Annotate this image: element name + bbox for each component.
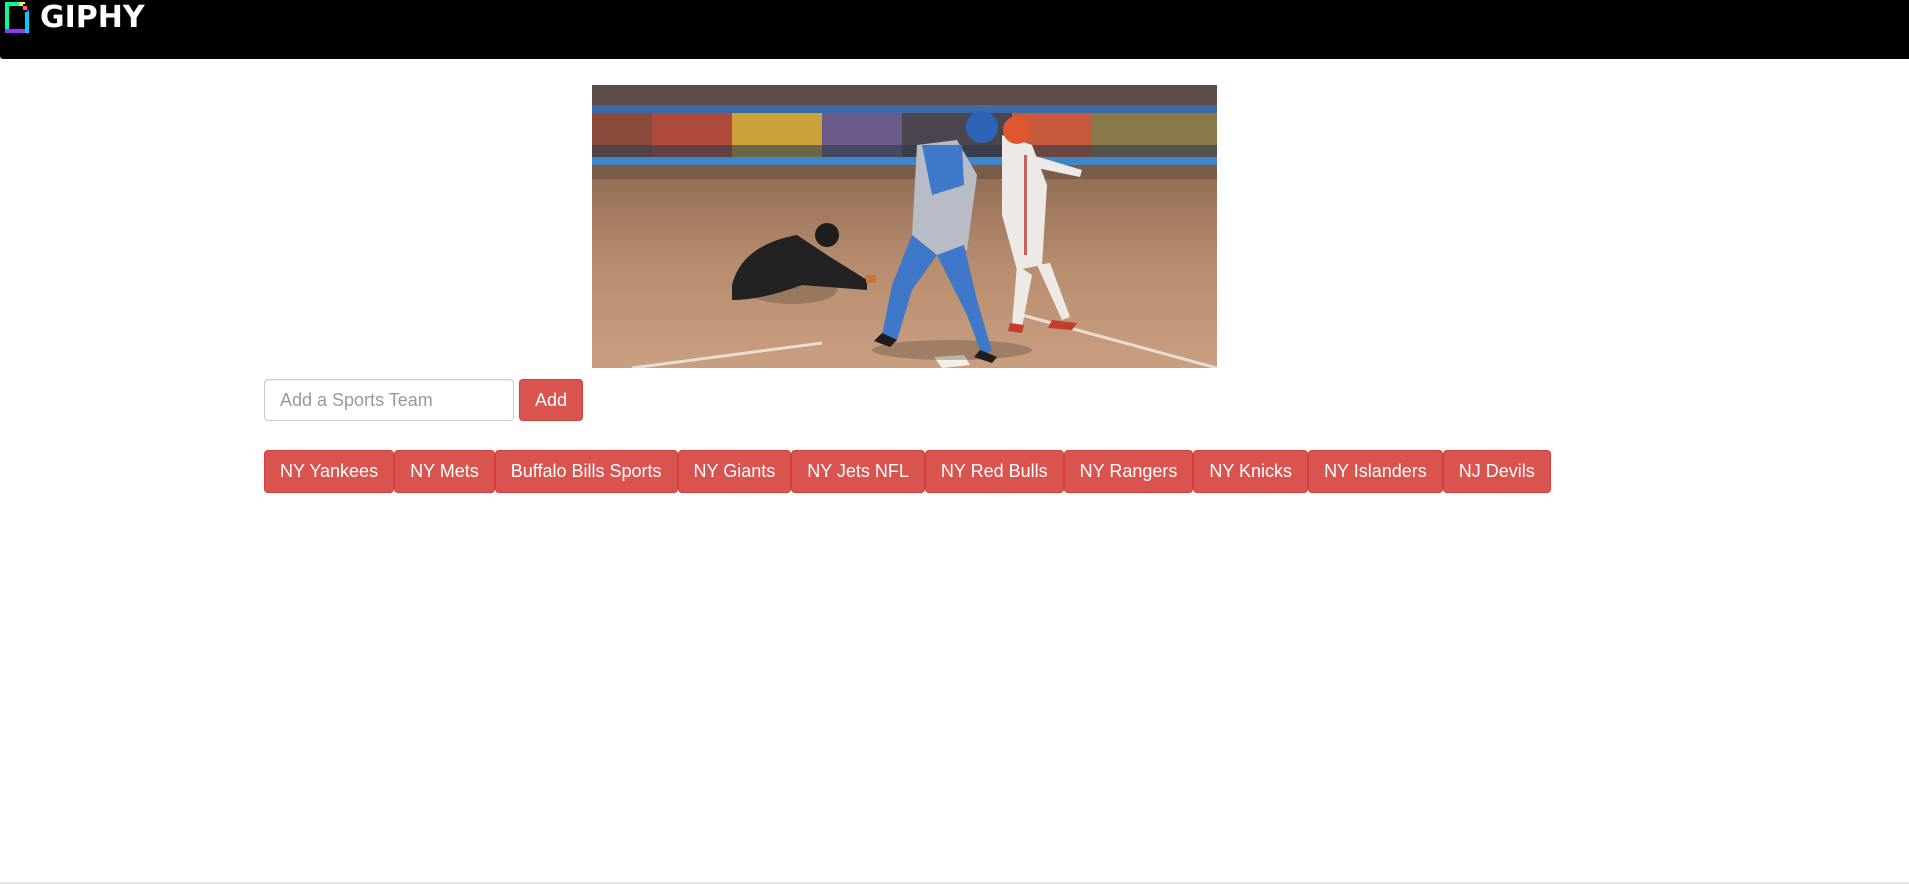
giphy-logo-icon [5, 2, 29, 33]
team-button-ny-knicks[interactable]: NY Knicks [1193, 450, 1309, 493]
team-button-ny-mets[interactable]: NY Mets [394, 450, 495, 493]
team-button-ny-red-bulls[interactable]: NY Red Bulls [924, 450, 1064, 493]
team-button-nj-devils[interactable]: NJ Devils [1442, 450, 1551, 493]
team-button-ny-giants[interactable]: NY Giants [677, 450, 792, 493]
team-button-ny-yankees[interactable]: NY Yankees [264, 450, 395, 493]
team-button-ny-jets-nfl[interactable]: NY Jets NFL [791, 450, 925, 493]
team-button-ny-islanders[interactable]: NY Islanders [1308, 450, 1443, 493]
sports-team-input[interactable] [264, 379, 514, 421]
add-team-button[interactable]: Add [519, 379, 583, 421]
team-button-ny-rangers[interactable]: NY Rangers [1063, 450, 1194, 493]
team-button-list: NY Yankees NY Mets Buffalo Bills Sports … [264, 450, 1551, 493]
team-button-buffalo-bills-sports[interactable]: Buffalo Bills Sports [494, 450, 678, 493]
giphy-logo-text: GIPHY [40, 0, 145, 35]
baseball-gif-image[interactable] [592, 85, 1217, 368]
top-navbar: GIPHY [0, 0, 1909, 59]
giphy-logo[interactable]: GIPHY [5, 2, 145, 34]
baseball-gif-illustration [592, 85, 1217, 368]
